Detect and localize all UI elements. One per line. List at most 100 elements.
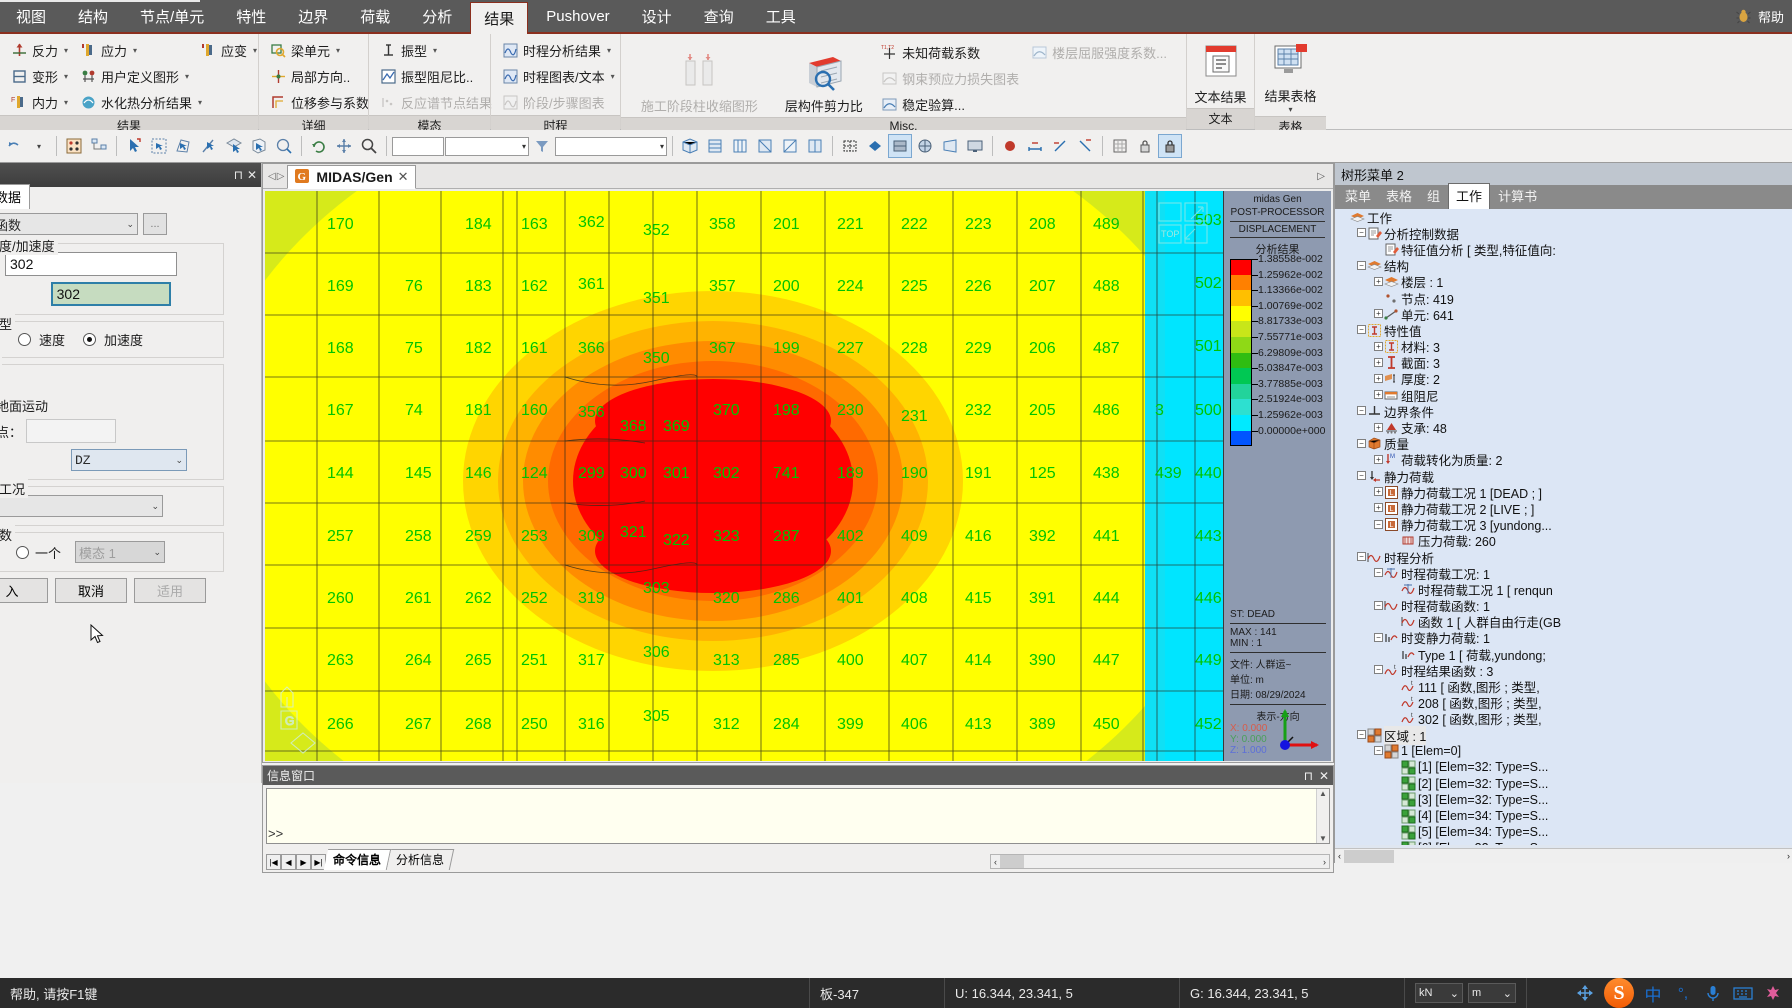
ribbon-btn-reaction[interactable]: 反力 ▾ [6,37,73,63]
tree-node[interactable]: [2] [Elem=32: Type=S... [1335,776,1792,792]
expand-icon[interactable]: + [1374,373,1383,383]
tree-expand-toggle[interactable]: + [1373,371,1384,387]
apply-button[interactable]: 适用 [134,578,206,603]
ribbon-btn-unknown-load-factor[interactable]: T1,T2 未知荷载系数 [876,39,1024,65]
radio-acceleration[interactable] [83,333,97,346]
ribbon-btn-beam-element[interactable]: 梁单元 ▾ [265,37,373,63]
ribbon-btn-th-graph-text[interactable]: 时程图表/文本 ▾ [497,63,620,89]
ribbon-btn-rs-node-result[interactable]: 反应谱节点结果 [375,89,495,115]
tree-node[interactable]: − 1 [Elem=0] [1335,743,1792,759]
tree-node-list[interactable]: 工作 − 分析控制数据 特征值分析 [ 类型,特征值向: − 结构 + 楼层 : 1 节点: 4… [1335,209,1792,845]
tb-select-poly-icon[interactable] [172,134,196,158]
toolbox-icon[interactable] [1762,982,1784,1004]
menu-item-design[interactable]: 设计 [628,1,686,32]
load-case-combo[interactable]: n⌄ [0,495,163,517]
tree-node[interactable]: t 302 [ 函数,图形 ; 类型, [1335,711,1792,727]
sogou-ime-icon[interactable]: S [1604,978,1634,1008]
scroll-left-icon[interactable]: ‹ [991,857,1000,867]
scroll-thumb[interactable] [1000,855,1024,868]
tb-select-all-icon[interactable] [62,134,86,158]
tree-node[interactable]: − 时程荷载工况: 1 [1335,565,1792,582]
tree-node[interactable]: − 静力荷载 [1335,468,1792,485]
tb-combo-1[interactable]: ▾ [445,136,529,156]
tree-node[interactable]: 特征值分析 [ 类型,特征值向: [1335,241,1792,258]
view-cube-icon[interactable]: TOP [1155,199,1225,271]
expand-icon[interactable]: + [1374,454,1383,464]
tb-select-line-icon[interactable] [197,134,221,158]
message-window-hscrollbar[interactable]: ‹ › [990,854,1330,869]
collapse-icon[interactable]: − [1357,438,1366,448]
ribbon-btn-mode-shape[interactable]: 振型 ▾ [375,37,495,63]
tb-perspective-icon[interactable] [938,134,962,158]
displacement-contour-plot[interactable]: 170 184 163 362 352 358 201 221 222 223 208 489 5031… [265,191,1223,761]
message-window-scrollbar[interactable]: ▲ ▼ [1316,789,1329,843]
menu-item-structure[interactable]: 结构 [64,1,122,32]
expand-icon[interactable]: + [1374,422,1383,432]
tree-hscrollbar[interactable]: ‹ › [1335,848,1792,863]
tree-expand-toggle[interactable]: + [1373,274,1384,290]
mdi-nav-buttons[interactable]: ◁ ▷ [265,171,287,182]
ribbon-btn-modal-damping[interactable]: 振型阻尼比.. [375,63,495,89]
tree-expand-toggle[interactable]: + [1373,355,1384,371]
force-unit-combo[interactable]: kN ⌄ [1415,983,1463,1003]
apply-insert-button[interactable]: 入 [0,578,48,603]
tab-nav-next-icon[interactable]: ▶ [296,854,311,870]
tree-expand-toggle[interactable]: − [1356,322,1367,338]
mdi-nav-next-icon[interactable]: ▷ [277,171,285,182]
ribbon-btn-disp-participation[interactable]: 位移参与系数 [265,89,373,115]
collapse-icon[interactable]: − [1374,568,1383,578]
tb-lock-active-icon[interactable] [1158,134,1182,158]
menu-item-node-element[interactable]: 节点/单元 [126,1,218,32]
tb-view-iso-icon[interactable] [678,134,702,158]
chevron-down-icon[interactable]: ▾ [1289,105,1293,114]
function-combo[interactable]: 果函数⌄ [0,213,138,235]
tb-shaded-icon[interactable] [888,134,912,158]
pin-icon[interactable]: ⊓ [1304,769,1313,783]
scroll-thumb[interactable] [1344,849,1394,863]
tb-select-window-icon[interactable] [147,134,171,158]
tb-pointer-icon[interactable] [122,134,146,158]
tree-node[interactable]: [3] [Elem=32: Type=S... [1335,792,1792,808]
pin-icon[interactable]: ⊓ [234,168,243,182]
mode-combo[interactable]: 模态 1 ⌄ [75,541,166,563]
menu-item-tools[interactable]: 工具 [752,1,810,32]
tb-dim2-icon[interactable] [1048,134,1072,158]
tree-expand-toggle[interactable]: − [1356,727,1367,743]
tree-node[interactable]: Type 1 [ 荷载,yundong; [1335,646,1792,663]
tb-select-plane-icon[interactable] [222,134,246,158]
tb-dim3-icon[interactable] [1073,134,1097,158]
ribbon-btn-column-shrink[interactable]: 施工阶段柱收缩图形 [627,37,772,117]
tree-node[interactable]: [6] [Elem=32: Type=S... [1335,840,1792,845]
tb-view-right-icon[interactable] [753,134,777,158]
collapse-icon[interactable]: − [1374,665,1383,675]
tree-node[interactable]: − 时程分析 [1335,549,1792,566]
tb-combo-2[interactable]: ▾ [555,136,667,156]
menu-item-analysis[interactable]: 分析 [408,1,466,32]
radio-velocity[interactable] [18,333,32,346]
tree-expand-toggle[interactable]: − [1356,468,1367,484]
tree-node[interactable]: + 支承: 48 [1335,419,1792,436]
ribbon-btn-th-result[interactable]: 时程分析结果 ▾ [497,37,620,63]
tree-expand-toggle[interactable]: − [1356,403,1367,419]
chevron-down-icon[interactable]: ▾ [27,134,51,158]
tb-rotate-icon[interactable] [307,134,331,158]
tb-pan-icon[interactable] [332,134,356,158]
tree-expand-toggle[interactable]: + [1373,452,1384,468]
tree-node[interactable]: − 时程荷载函数: 1 [1335,598,1792,614]
tree-expand-toggle[interactable]: + [1373,306,1384,322]
tree-expand-toggle[interactable]: − [1373,598,1384,614]
tree-node[interactable]: [5] [Elem=34: Type=S... [1335,824,1792,840]
scroll-up-icon[interactable]: ▲ [1317,789,1329,798]
ime-chinese-icon[interactable]: 中 [1642,982,1664,1005]
tree-node[interactable]: + 材料: 3 [1335,339,1792,355]
function-browse-button[interactable]: ... [143,213,167,235]
keyboard-icon[interactable] [1732,982,1754,1004]
tree-expand-toggle[interactable]: − [1373,662,1384,678]
tree-node[interactable]: + 单元: 641 [1335,306,1792,323]
collapse-icon[interactable]: − [1374,519,1383,529]
tab-group[interactable]: 组 [1420,184,1447,209]
tb-display-icon[interactable] [963,134,987,158]
tb-render-icon[interactable] [913,134,937,158]
close-icon[interactable]: ✕ [247,168,257,182]
ribbon-btn-stability-check[interactable]: 稳定验算... [876,91,1024,117]
